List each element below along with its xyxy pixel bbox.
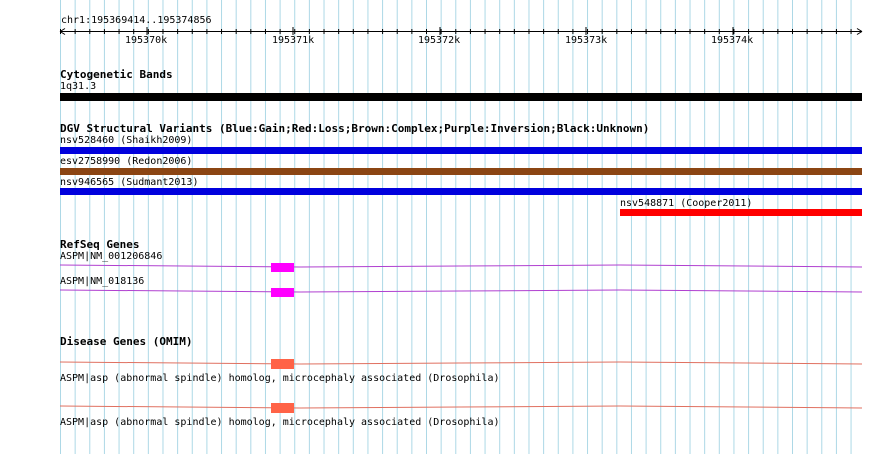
dgv-feature-gain[interactable] [60, 147, 862, 154]
feature-label-omim: ASPM|asp (abnormal spindle) homolog, mic… [60, 373, 500, 384]
genome-browser-view[interactable]: chr1:195369414..195374856 195370k 195371… [0, 0, 890, 454]
ruler-tick-label: 195370k [125, 35, 168, 46]
omim-intron-line [59, 405, 863, 409]
refseq-exon[interactable] [271, 263, 294, 272]
track-title-dgv: DGV Structural Variants (Blue:Gain;Red:L… [60, 122, 650, 135]
ruler-tick-label: 195372k [418, 35, 461, 46]
feature-label-dgv: nsv528460 (Shaikh2009) [60, 135, 193, 146]
feature-label-omim: ASPM|asp (abnormal spindle) homolog, mic… [60, 417, 500, 428]
cytoband-feature[interactable] [60, 93, 862, 101]
dgv-feature-gain[interactable] [60, 188, 862, 195]
refseq-intron-line [59, 264, 863, 268]
omim-exon[interactable] [271, 359, 294, 369]
omim-exon[interactable] [271, 403, 294, 413]
track-title-refseq: RefSeq Genes [60, 238, 140, 251]
track-title-cytoband: Cytogenetic Bands [60, 68, 173, 81]
refseq-exon[interactable] [271, 288, 294, 297]
ruler-tick-label: 195374k [711, 35, 754, 46]
feature-label-refseq: ASPM|NM_001206846 [60, 251, 163, 262]
dgv-feature-loss[interactable] [620, 209, 862, 216]
region-label: chr1:195369414..195374856 [61, 15, 212, 26]
feature-label-dgv: esv2758990 (Redon2006) [60, 156, 193, 167]
ruler-tick-label: 195371k [272, 35, 315, 46]
feature-label-cytoband: 1q31.3 [60, 81, 97, 92]
track-title-omim: Disease Genes (OMIM) [60, 335, 193, 348]
omim-intron-line [59, 361, 863, 365]
ruler-tick-label: 195373k [565, 35, 608, 46]
feature-label-refseq: ASPM|NM_018136 [60, 276, 145, 287]
dgv-feature-complex[interactable] [60, 168, 862, 175]
refseq-intron-line [59, 289, 863, 293]
